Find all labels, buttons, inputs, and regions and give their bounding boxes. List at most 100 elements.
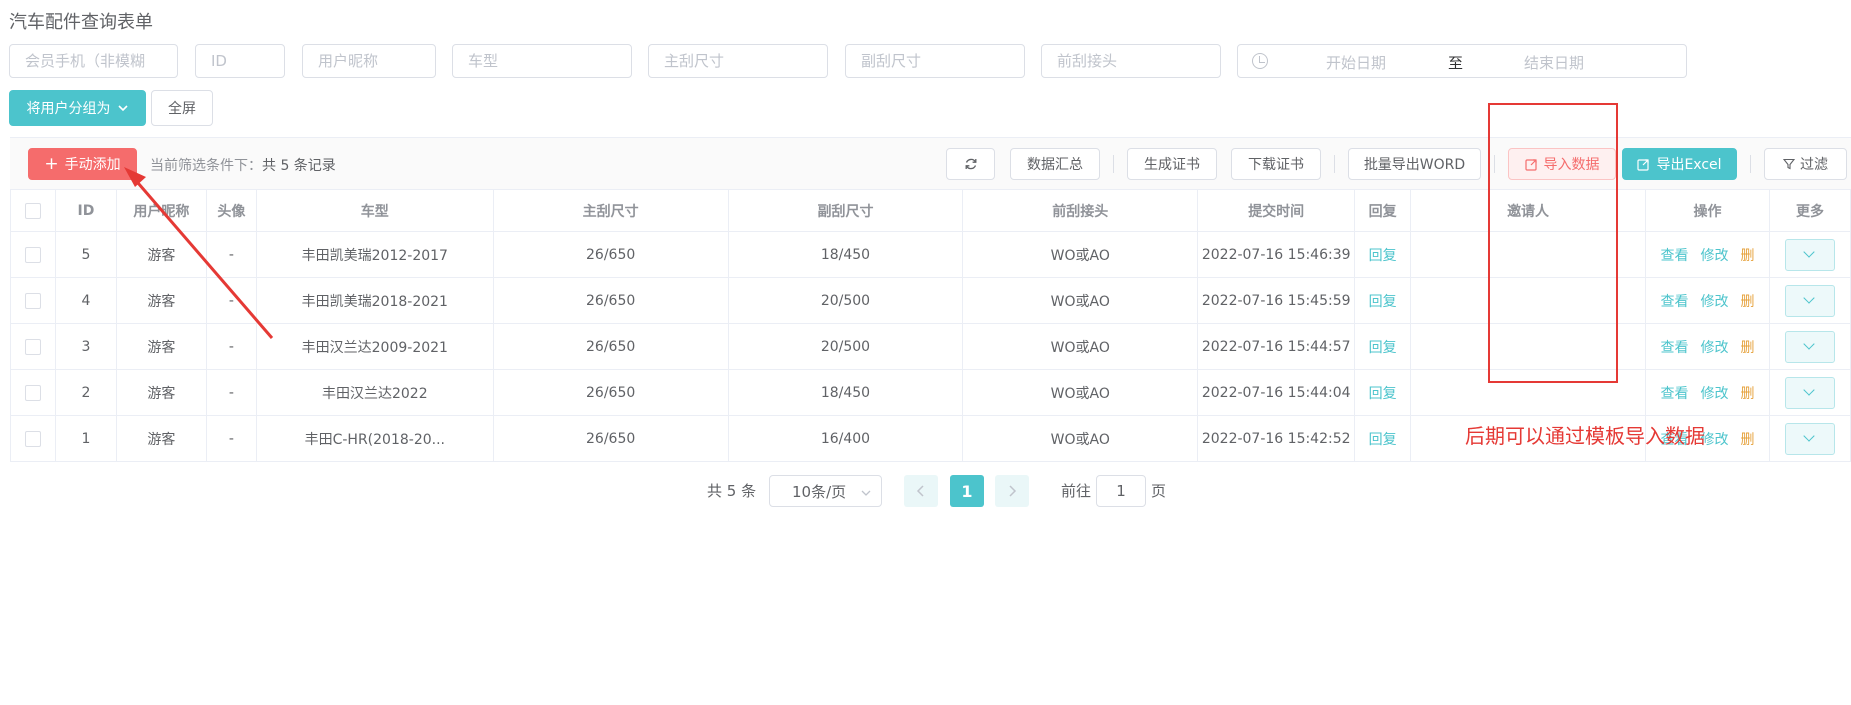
- row-select-cell[interactable]: [10, 369, 56, 416]
- page-size-value: 10条/页: [792, 482, 847, 501]
- cell-model: 丰田凯美瑞2018-2021: [255, 277, 494, 324]
- annotation-highlight-box: [1488, 103, 1618, 383]
- row-checkbox[interactable]: [24, 430, 41, 447]
- funnel-icon: [1783, 158, 1795, 170]
- refresh-icon: [965, 158, 976, 170]
- cell-nickname: 游客: [115, 369, 207, 416]
- delete-link[interactable]: 删: [1740, 248, 1754, 264]
- model-filter-input[interactable]: [452, 44, 632, 78]
- annotation-text: 后期可以通过模板导入数据: [1465, 424, 1705, 448]
- more-dropdown-button[interactable]: [1784, 330, 1835, 363]
- cell-more: [1768, 369, 1851, 416]
- row-checkbox[interactable]: [24, 292, 41, 309]
- more-dropdown-button[interactable]: [1784, 376, 1835, 409]
- sub-wiper-input[interactable]: [861, 45, 1024, 77]
- main-wiper-filter-input[interactable]: [648, 44, 828, 78]
- page-number-current[interactable]: 1: [950, 475, 984, 507]
- cell-submit-time: 2022-07-16 15:42:52: [1197, 415, 1356, 462]
- select-all-checkbox[interactable]: [24, 202, 41, 219]
- edit-link[interactable]: 修改: [1700, 294, 1728, 310]
- phone-input[interactable]: [25, 45, 177, 77]
- main-wiper-input[interactable]: [664, 45, 827, 77]
- download-cert-label: 下载证书: [1248, 157, 1304, 173]
- filter-button[interactable]: 过滤: [1764, 148, 1847, 180]
- toolbar-divider: [1334, 155, 1335, 173]
- start-date-input[interactable]: 开始日期: [1326, 52, 1386, 73]
- delete-link[interactable]: 删: [1740, 294, 1754, 310]
- view-link[interactable]: 查看: [1660, 248, 1688, 264]
- export-excel-button[interactable]: 导出Excel: [1622, 148, 1737, 180]
- edit-link[interactable]: 修改: [1700, 340, 1728, 356]
- export-word-label: 批量导出WORD: [1363, 157, 1466, 173]
- data-summary-button[interactable]: 数据汇总: [1010, 148, 1100, 180]
- reply-link[interactable]: 回复: [1369, 294, 1397, 310]
- select-all-cell[interactable]: [10, 189, 56, 232]
- cell-submit-time: 2022-07-16 15:44:04: [1197, 369, 1356, 416]
- hint-prefix: 当前筛选条件下：: [150, 158, 262, 174]
- cell-model: 丰田C-HR(2018-20...: [255, 415, 494, 462]
- delete-link[interactable]: 删: [1740, 340, 1754, 356]
- download-cert-button[interactable]: 下载证书: [1231, 148, 1321, 180]
- cell-main-wiper: 26/650: [492, 369, 729, 416]
- end-date-input[interactable]: 结束日期: [1524, 52, 1584, 73]
- phone-filter-input[interactable]: [9, 44, 178, 78]
- model-input[interactable]: [468, 45, 631, 77]
- generate-cert-button[interactable]: 生成证书: [1127, 148, 1217, 180]
- view-link[interactable]: 查看: [1660, 294, 1688, 310]
- row-checkbox[interactable]: [24, 246, 41, 263]
- row-select-cell[interactable]: [10, 323, 56, 370]
- row-select-cell[interactable]: [10, 277, 56, 324]
- header-front-connector: 前刮接头: [962, 189, 1199, 232]
- nickname-filter-input[interactable]: [302, 44, 436, 78]
- page-size-select[interactable]: 10条/页: [769, 475, 882, 507]
- manual-add-button[interactable]: + 手动添加: [28, 148, 137, 180]
- cell-nickname: 游客: [115, 415, 207, 462]
- date-separator: 至: [1448, 54, 1464, 72]
- cell-reply: 回复: [1354, 369, 1412, 416]
- cell-reply: 回复: [1354, 277, 1412, 324]
- toolbar-divider: [1750, 155, 1751, 173]
- edit-link[interactable]: 修改: [1700, 386, 1728, 402]
- delete-link[interactable]: 删: [1740, 386, 1754, 402]
- row-select-cell[interactable]: [10, 415, 56, 462]
- refresh-button[interactable]: [946, 148, 995, 180]
- id-filter-input[interactable]: [195, 44, 285, 78]
- front-connector-filter-input[interactable]: [1041, 44, 1221, 78]
- row-checkbox[interactable]: [24, 384, 41, 401]
- row-select-cell[interactable]: [10, 231, 56, 278]
- chevron-down-icon: [861, 490, 871, 496]
- chevron-left-icon: [916, 485, 924, 497]
- more-dropdown-button[interactable]: [1784, 422, 1835, 455]
- date-range-picker[interactable]: 开始日期 至 结束日期: [1237, 44, 1687, 78]
- more-dropdown-button[interactable]: [1784, 284, 1835, 317]
- reply-link[interactable]: 回复: [1369, 386, 1397, 402]
- edit-link[interactable]: 修改: [1700, 248, 1728, 264]
- more-dropdown-button[interactable]: [1784, 238, 1835, 271]
- cell-front-connector: WO或AO: [962, 369, 1199, 416]
- cell-id: 3: [54, 323, 117, 370]
- nickname-input[interactable]: [318, 45, 435, 77]
- view-link[interactable]: 查看: [1660, 340, 1688, 356]
- sub-wiper-filter-input[interactable]: [845, 44, 1025, 78]
- reply-link[interactable]: 回复: [1369, 248, 1397, 264]
- cell-model: 丰田汉兰达2009-2021: [255, 323, 494, 370]
- delete-link[interactable]: 删: [1740, 432, 1754, 448]
- cell-submit-time: 2022-07-16 15:45:59: [1197, 277, 1356, 324]
- goto-page-input[interactable]: 1: [1096, 475, 1146, 507]
- front-connector-input[interactable]: [1057, 45, 1220, 77]
- group-users-button[interactable]: 将用户分组为: [9, 90, 146, 126]
- prev-page-button[interactable]: [904, 475, 938, 507]
- cell-id: 4: [54, 277, 117, 324]
- row-checkbox[interactable]: [24, 338, 41, 355]
- cell-nickname: 游客: [115, 277, 207, 324]
- record-count: 共 5 条记录: [262, 158, 336, 174]
- export-word-button[interactable]: 批量导出WORD: [1348, 148, 1481, 180]
- filter-label: 过滤: [1800, 157, 1828, 173]
- cell-id: 2: [54, 369, 117, 416]
- next-page-button[interactable]: [995, 475, 1029, 507]
- reply-link[interactable]: 回复: [1369, 432, 1397, 448]
- fullscreen-button[interactable]: 全屏: [151, 90, 213, 126]
- view-link[interactable]: 查看: [1660, 386, 1688, 402]
- id-input[interactable]: [211, 45, 284, 77]
- reply-link[interactable]: 回复: [1369, 340, 1397, 356]
